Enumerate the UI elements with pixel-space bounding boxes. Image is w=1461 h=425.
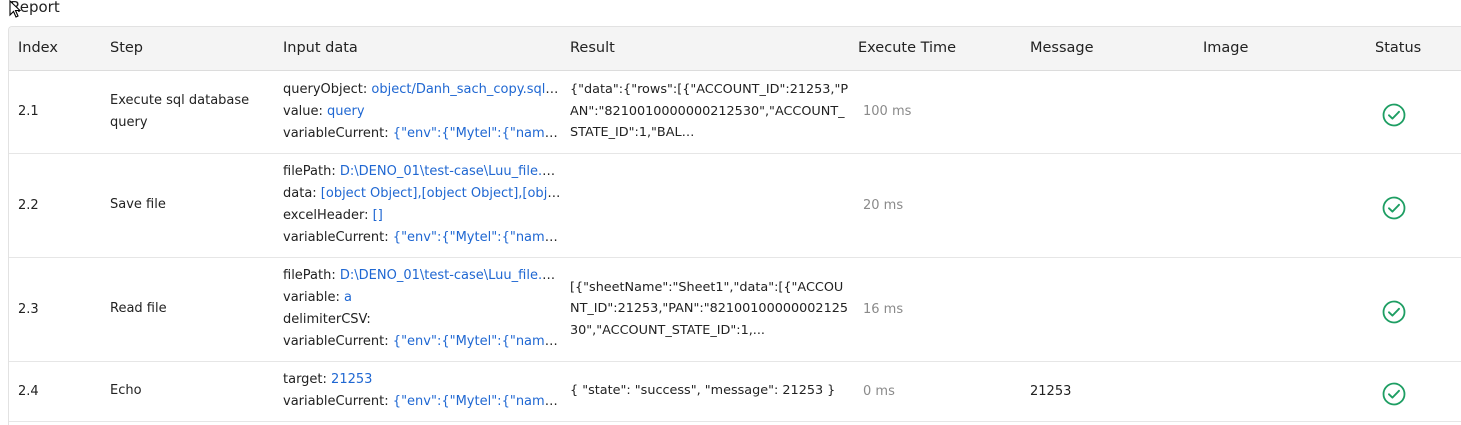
cell-input-data: target: 21253 variableCurrent: {"env":{"… — [274, 361, 561, 422]
input-key: data: — [283, 186, 321, 201]
report-table: Index Step Input data Result Execute Tim… — [8, 26, 1461, 425]
table-row[interactable]: 2.4 Echo target: 21253 variableCurrent: … — [9, 361, 1461, 422]
input-value[interactable]: object/Danh_sach_copy.sqlobj — [371, 82, 561, 97]
check-circle-icon — [1382, 382, 1406, 406]
result-text: {"data":{"rows":[{"ACCOUNT_ID":21253,"PA… — [570, 82, 849, 141]
input-value[interactable]: [] — [373, 208, 383, 223]
column-header-index[interactable]: Index — [9, 27, 101, 71]
input-value[interactable]: query — [327, 104, 365, 119]
table-row[interactable]: 2.1 Execute sql database query queryObje… — [9, 70, 1461, 154]
input-key: excelHeader: — [283, 208, 373, 223]
input-key: queryObject: — [283, 81, 372, 97]
input-key: variable: — [283, 290, 344, 305]
input-key: value: — [283, 103, 328, 119]
input-param: variableCurrent: {"env":{"Mytel":{"name"… — [283, 391, 561, 413]
cell-execute-time: 0 ms — [849, 361, 1021, 422]
column-header-result[interactable]: Result — [561, 27, 849, 71]
column-header-input-data[interactable]: Input data — [274, 27, 561, 71]
cell-input-data: filePath: D:\DENO_01\test-case\Luu_file.… — [274, 257, 561, 362]
input-key: variableCurrent: — [283, 394, 393, 409]
input-key: filePath: — [283, 268, 340, 283]
column-header-status[interactable]: Status — [1366, 27, 1461, 71]
cell-message — [1021, 153, 1194, 258]
cell-status — [1366, 361, 1461, 422]
cell-execute-time: 100 ms — [849, 70, 1021, 154]
cell-result — [561, 153, 849, 258]
cell-image — [1194, 153, 1366, 258]
cell-result: {"data":{"rows":[{"ACCOUNT_ID":21253,"PA… — [561, 70, 849, 154]
check-circle-icon — [1382, 196, 1406, 220]
input-value[interactable]: a — [344, 290, 352, 305]
input-key: filePath: — [283, 164, 340, 179]
input-value[interactable]: [object Object],[object Object],[objec..… — [321, 186, 561, 201]
input-key: variableCurrent: — [283, 230, 393, 245]
cell-status — [1366, 70, 1461, 154]
check-circle-icon — [1382, 103, 1406, 126]
cell-execute-time: 16 ms — [849, 257, 1021, 362]
input-value[interactable]: {"env":{"Mytel":{"name":" ... — [393, 230, 561, 245]
input-value[interactable]: {"env":{"Mytel":{"name":" ... — [393, 334, 561, 349]
input-key: variableCurrent: — [283, 334, 393, 349]
cell-image — [1194, 257, 1366, 362]
cell-status — [1366, 257, 1461, 362]
cell-image — [1194, 361, 1366, 422]
input-param: variableCurrent: {"env":{"Mytel":{"name"… — [283, 331, 561, 353]
input-param: value: query — [283, 101, 561, 123]
result-text: { "state": "success", "message": 21253 } — [570, 383, 836, 399]
cell-index: 2.1 — [9, 70, 101, 154]
column-header-step[interactable]: Step — [101, 27, 274, 71]
cell-result: [{"sheetName":"Sheet1","data":[{"ACCOUNT… — [561, 257, 849, 362]
mouse-pointer-icon — [9, 0, 21, 18]
column-header-image[interactable]: Image — [1194, 27, 1366, 71]
input-value[interactable]: {"env":{"Mytel":{"name":" ... — [393, 126, 561, 141]
input-value[interactable]: D:\DENO_01\test-case\Luu_file.xlsx — [340, 268, 561, 283]
check-circle-icon — [1382, 300, 1406, 324]
input-key: delimiterCSV: — [283, 312, 371, 327]
table-header-row: Index Step Input data Result Execute Tim… — [9, 27, 1461, 71]
input-param: queryObject: object/Danh_sach_copy.sqlob… — [283, 79, 561, 101]
input-param: variableCurrent: {"env":{"Mytel":{"name"… — [283, 123, 561, 145]
input-param: variableCurrent: {"env":{"Mytel":{"name"… — [283, 227, 561, 249]
table-row[interactable]: 2.2 Save file filePath: D:\DENO_01\test-… — [9, 153, 1461, 258]
cell-execute-time: 20 ms — [849, 153, 1021, 258]
input-param: excelHeader: [] — [283, 205, 561, 227]
input-param: delimiterCSV: — [283, 309, 561, 331]
input-param: target: 21253 — [283, 369, 561, 391]
cell-status — [1366, 153, 1461, 258]
result-text: [{"sheetName":"Sheet1","data":[{"ACCOUNT… — [570, 279, 848, 338]
input-param: filePath: D:\DENO_01\test-case\Luu_file.… — [283, 265, 561, 287]
cell-step: Read file — [101, 257, 274, 362]
column-header-message[interactable]: Message — [1021, 27, 1194, 71]
cell-index: 2.3 — [9, 257, 101, 362]
input-value[interactable]: 21253 — [331, 372, 372, 387]
cell-message: 21253 — [1021, 361, 1194, 422]
cell-message — [1021, 70, 1194, 154]
cell-image — [1194, 70, 1366, 154]
input-key: target: — [283, 372, 332, 387]
cell-result: { "state": "success", "message": 21253 } — [561, 361, 849, 422]
table-row[interactable]: 2.3 Read file filePath: D:\DENO_01\test-… — [9, 257, 1461, 362]
cell-step: Execute sql database query — [101, 70, 274, 154]
column-header-execute-time[interactable]: Execute Time — [849, 27, 1021, 71]
input-key: variableCurrent: — [283, 125, 393, 141]
cell-input-data: filePath: D:\DENO_01\test-case\Luu_file.… — [274, 153, 561, 258]
input-value[interactable]: D:\DENO_01\test-case\Luu_file.xlsx — [340, 164, 561, 179]
cell-index: 2.2 — [9, 153, 101, 258]
cell-index: 2.4 — [9, 361, 101, 422]
cell-input-data: queryObject: object/Danh_sach_copy.sqlob… — [274, 70, 561, 154]
input-value[interactable]: {"env":{"Mytel":{"name":" ... — [393, 394, 561, 409]
input-param: data: [object Object],[object Object],[o… — [283, 183, 561, 205]
cell-step: Echo — [101, 361, 274, 422]
input-param: variable: a — [283, 287, 561, 309]
cell-step: Save file — [101, 153, 274, 258]
input-param: filePath: D:\DENO_01\test-case\Luu_file.… — [283, 161, 561, 183]
cell-message — [1021, 257, 1194, 362]
